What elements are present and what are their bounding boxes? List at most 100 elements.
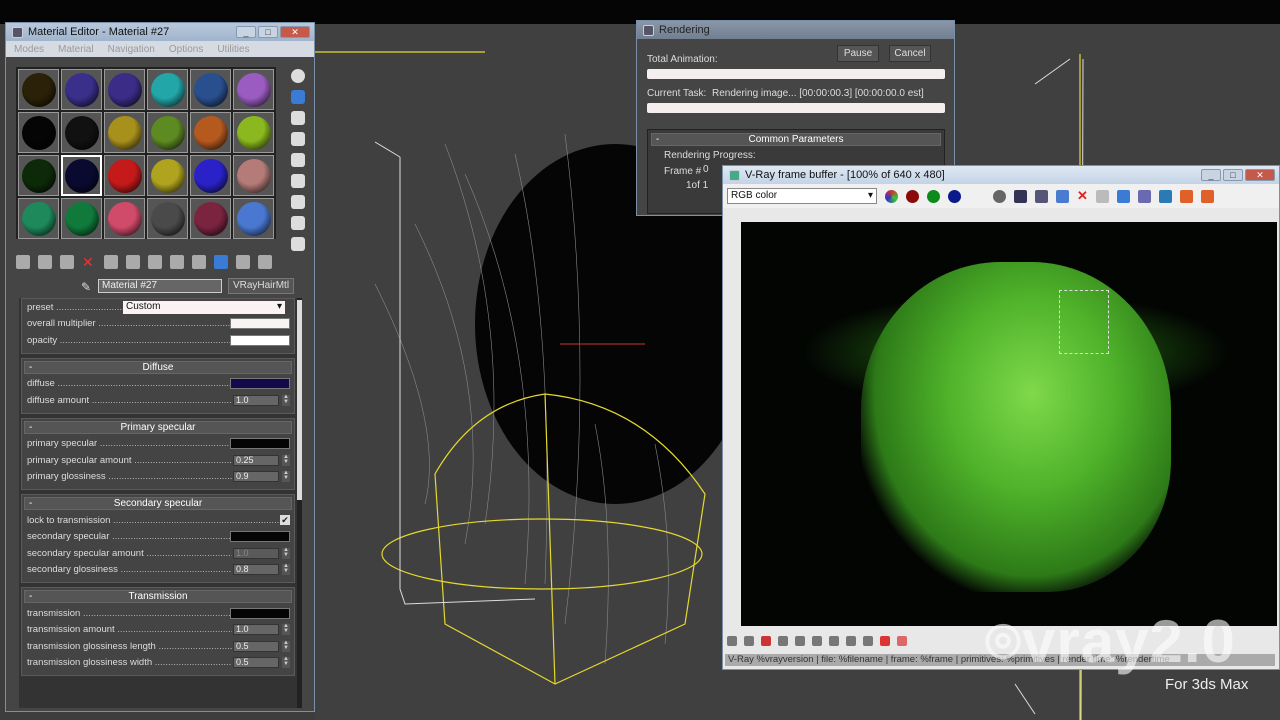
material-slot[interactable] — [147, 155, 188, 196]
material-slot[interactable] — [147, 198, 188, 239]
close-button[interactable]: ✕ — [280, 26, 310, 38]
color-swatch[interactable] — [230, 378, 290, 390]
save-all-icon[interactable] — [1035, 189, 1048, 203]
region-render-icon[interactable] — [1158, 189, 1172, 203]
channel-dropdown[interactable]: RGB color — [727, 188, 877, 204]
maximize-button[interactable]: □ — [1223, 169, 1243, 181]
red-channel-icon[interactable] — [906, 189, 919, 203]
spinner-value[interactable]: 0.9 — [233, 471, 279, 483]
material-slot[interactable] — [104, 69, 145, 110]
material-slot[interactable] — [233, 69, 274, 110]
preset-dropdown[interactable]: Custom — [123, 300, 285, 314]
rendering-titlebar[interactable]: Rendering — [637, 21, 954, 39]
lut-icon[interactable] — [846, 636, 856, 646]
assign-to-selection-icon[interactable] — [60, 255, 74, 269]
material-slot[interactable] — [147, 69, 188, 110]
make-unique-icon[interactable] — [104, 255, 118, 269]
exposure-icon[interactable] — [812, 636, 822, 646]
rollout-header[interactable]: - Diffuse — [24, 360, 292, 374]
rollout-header[interactable]: - Secondary specular — [24, 497, 292, 510]
rollout-header[interactable]: - Transmission — [24, 590, 292, 603]
save-image-icon[interactable] — [1014, 189, 1027, 203]
material-slot[interactable] — [233, 155, 274, 196]
parameters-scrollbar[interactable] — [297, 298, 302, 708]
spinner-value[interactable]: 0.5 — [233, 657, 279, 669]
video-color-check-icon[interactable] — [291, 153, 305, 167]
color-swatch[interactable] — [230, 607, 290, 619]
blue-channel-icon[interactable] — [948, 189, 961, 203]
menu-utilities[interactable]: Utilities — [217, 44, 249, 55]
menu-options[interactable]: Options — [169, 44, 203, 55]
material-slot[interactable] — [147, 112, 188, 153]
color-swatch[interactable] — [230, 438, 290, 450]
spinner-arrows[interactable]: ▲ ▼ — [282, 640, 290, 652]
clear-image-icon[interactable]: ✕ — [1077, 188, 1088, 204]
material-slot[interactable] — [18, 112, 59, 153]
material-editor-titlebar[interactable]: Material Editor - Material #27 _ □ ✕ — [6, 23, 314, 41]
material-slot[interactable] — [61, 112, 102, 153]
spinner-value[interactable]: 1.0 — [233, 394, 279, 406]
levels-icon[interactable] — [744, 636, 754, 646]
show-in-viewport-icon[interactable] — [170, 255, 184, 269]
history-icon[interactable] — [863, 636, 873, 646]
go-to-parent-icon[interactable] — [214, 255, 228, 269]
spinner-arrows[interactable]: ▲ ▼ — [282, 563, 290, 576]
ab-compare-icon[interactable] — [1179, 189, 1193, 203]
minimize-button[interactable]: _ — [236, 26, 256, 38]
material-slot[interactable] — [233, 198, 274, 239]
spinner-value[interactable]: 0.8 — [233, 564, 279, 576]
material-slot[interactable] — [18, 155, 59, 196]
material-slot[interactable] — [61, 69, 102, 110]
material-slot[interactable] — [190, 198, 231, 239]
material-name-field[interactable]: Material #27 — [98, 279, 222, 293]
material-slot[interactable] — [233, 112, 274, 153]
sample-type-icon[interactable] — [291, 69, 305, 83]
spinner-value[interactable]: 0.25 — [233, 454, 279, 466]
ab-horizontal-icon[interactable] — [1200, 189, 1214, 203]
spinner-arrows[interactable]: ▲ ▼ — [282, 547, 290, 559]
spinner-arrows[interactable]: ▲ ▼ — [282, 656, 290, 669]
material-slot[interactable] — [190, 112, 231, 153]
spinner-arrows[interactable]: ▲ ▼ — [282, 623, 290, 636]
material-navigator-icon[interactable] — [291, 237, 305, 251]
spinner-value[interactable]: 1.0 — [233, 624, 279, 636]
go-forward-icon[interactable] — [236, 255, 250, 269]
checkbox[interactable]: ✔ — [280, 515, 290, 526]
render-canvas[interactable] — [741, 222, 1277, 626]
spinner-value[interactable]: 0.5 — [233, 640, 279, 652]
material-slot[interactable] — [190, 69, 231, 110]
spinner-value[interactable]: 1.0 — [233, 547, 279, 559]
show-end-result-icon[interactable] — [192, 255, 206, 269]
common-parameters-header[interactable]: - Common Parameters — [651, 133, 941, 146]
pause-button[interactable]: Pause — [837, 45, 879, 62]
spinner-arrows[interactable]: ▲ ▼ — [282, 454, 290, 466]
spinner-arrows[interactable]: ▲ ▼ — [282, 394, 290, 406]
minimize-button[interactable]: _ — [1201, 169, 1221, 181]
duplicate-to-mfb-icon[interactable] — [1095, 189, 1109, 203]
close-button[interactable]: ✕ — [1245, 169, 1275, 181]
menu-navigation[interactable]: Navigation — [108, 44, 155, 55]
menu-material[interactable]: Material — [58, 44, 94, 55]
menu-modes[interactable]: Modes — [14, 44, 44, 55]
color-swatch[interactable] — [230, 318, 290, 330]
vfb-titlebar[interactable]: V-Ray frame buffer - [100% of 640 x 480]… — [723, 166, 1279, 184]
render-teapot-icon[interactable] — [1137, 189, 1151, 203]
material-slot[interactable] — [18, 69, 59, 110]
histogram-icon[interactable] — [778, 636, 788, 646]
material-slot[interactable] — [18, 198, 59, 239]
curve-icon[interactable] — [795, 636, 805, 646]
material-slot[interactable] — [104, 155, 145, 196]
stereo-icon[interactable] — [897, 636, 907, 646]
color-swatch[interactable] — [230, 531, 290, 543]
sample-uv-tiling-icon[interactable] — [291, 132, 305, 146]
material-type-button[interactable]: VRayHairMtl — [228, 278, 294, 294]
put-to-library-icon[interactable] — [126, 255, 140, 269]
open-folder-icon[interactable] — [1056, 189, 1069, 203]
color-swatch[interactable] — [230, 334, 290, 346]
material-slot[interactable] — [104, 112, 145, 153]
show-corrections-icon[interactable] — [727, 636, 737, 646]
green-channel-icon[interactable] — [927, 189, 940, 203]
backlight-icon[interactable] — [291, 90, 305, 104]
maximize-button[interactable]: □ — [258, 26, 278, 38]
material-id-icon[interactable] — [148, 255, 162, 269]
